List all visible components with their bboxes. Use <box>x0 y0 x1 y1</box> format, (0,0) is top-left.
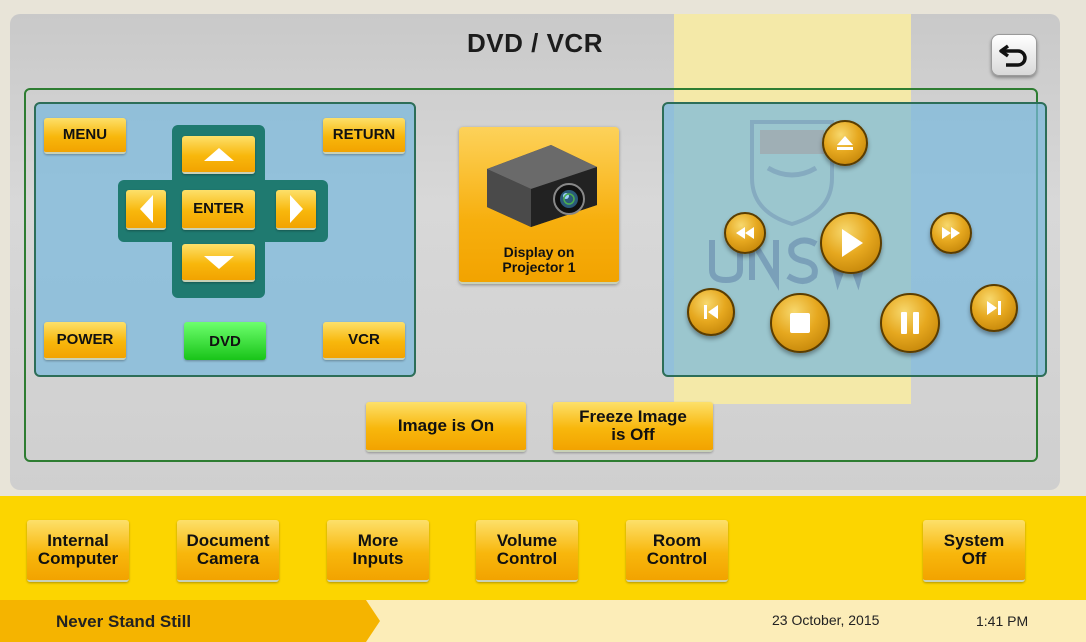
internal-computer-button[interactable]: Internal Computer <box>27 520 129 582</box>
slogan-text: Never Stand Still <box>56 612 192 631</box>
nav-label-line2: Computer <box>37 549 119 568</box>
image-on-button[interactable]: Image is On <box>366 402 526 452</box>
up-button[interactable] <box>182 136 255 174</box>
rewind-icon <box>736 227 754 239</box>
projector-icon <box>487 145 597 227</box>
power-button[interactable]: POWER <box>44 322 126 360</box>
back-button[interactable] <box>991 34 1037 76</box>
pause-button[interactable] <box>880 293 940 353</box>
return-arrow-icon <box>999 44 1027 67</box>
room-control-button[interactable]: Room Control <box>626 520 728 582</box>
nav-label-line1: More <box>357 531 399 551</box>
arrow-up-icon <box>203 147 234 161</box>
nav-label-line1: Internal <box>47 531 109 551</box>
projector-label-line1: Display on <box>503 244 575 260</box>
nav-label-line2: Off <box>961 549 987 568</box>
right-button[interactable] <box>276 190 316 230</box>
nav-label-line1: Document <box>186 531 270 551</box>
down-button[interactable] <box>182 244 255 282</box>
page-title: DVD / VCR <box>467 28 603 58</box>
stop-icon <box>790 313 810 333</box>
nav-label-line2: Camera <box>196 549 260 568</box>
arrow-left-icon <box>139 195 153 223</box>
eject-icon <box>837 136 853 150</box>
pause-icon <box>901 312 919 334</box>
skip-next-button[interactable] <box>970 284 1018 332</box>
play-icon <box>842 229 863 257</box>
volume-control-button[interactable]: Volume Control <box>476 520 578 582</box>
rewind-button[interactable] <box>724 212 766 254</box>
freeze-image-button[interactable]: Freeze Image is Off <box>553 402 713 452</box>
arrow-right-icon <box>289 195 303 223</box>
play-button[interactable] <box>820 212 882 274</box>
freeze-image-line1: Freeze Image <box>579 407 687 427</box>
fast-forward-icon <box>942 227 960 239</box>
left-button[interactable] <box>126 190 166 230</box>
nav-label-line2: Inputs <box>352 549 404 568</box>
enter-button[interactable]: ENTER <box>182 190 255 230</box>
dvd-source-button[interactable]: DVD <box>184 322 266 360</box>
skip-previous-icon <box>704 305 718 319</box>
arrow-down-icon <box>203 255 234 269</box>
nav-label-line1: Room <box>652 531 702 551</box>
footer: Never Stand Still <box>0 600 1086 642</box>
skip-previous-button[interactable] <box>687 288 735 336</box>
fast-forward-button[interactable] <box>930 212 972 254</box>
more-inputs-button[interactable]: More Inputs <box>327 520 429 582</box>
menu-button[interactable]: MENU <box>44 118 126 154</box>
eject-button[interactable] <box>822 120 868 166</box>
footer-date: 23 October, 2015 <box>772 612 880 628</box>
nav-label-line2: Control <box>496 549 558 568</box>
freeze-image-line2: is Off <box>611 425 655 444</box>
return-button[interactable]: RETURN <box>323 118 405 154</box>
vcr-source-button[interactable]: VCR <box>323 322 405 360</box>
system-off-button[interactable]: System Off <box>923 520 1025 582</box>
nav-label-line1: System <box>943 531 1005 551</box>
stop-button[interactable] <box>770 293 830 353</box>
skip-next-icon <box>987 301 1001 315</box>
display-on-projector-button[interactable]: Display on Projector 1 <box>459 127 619 284</box>
footer-time: 1:41 PM <box>976 613 1029 629</box>
slogan-banner: Never Stand Still <box>0 600 380 642</box>
nav-label-line1: Volume <box>496 531 558 551</box>
projector-label: Display on Projector 1 <box>459 244 619 276</box>
document-camera-button[interactable]: Document Camera <box>177 520 279 582</box>
nav-label-line2: Control <box>646 549 708 568</box>
projector-label-line2: Projector 1 <box>502 259 576 276</box>
